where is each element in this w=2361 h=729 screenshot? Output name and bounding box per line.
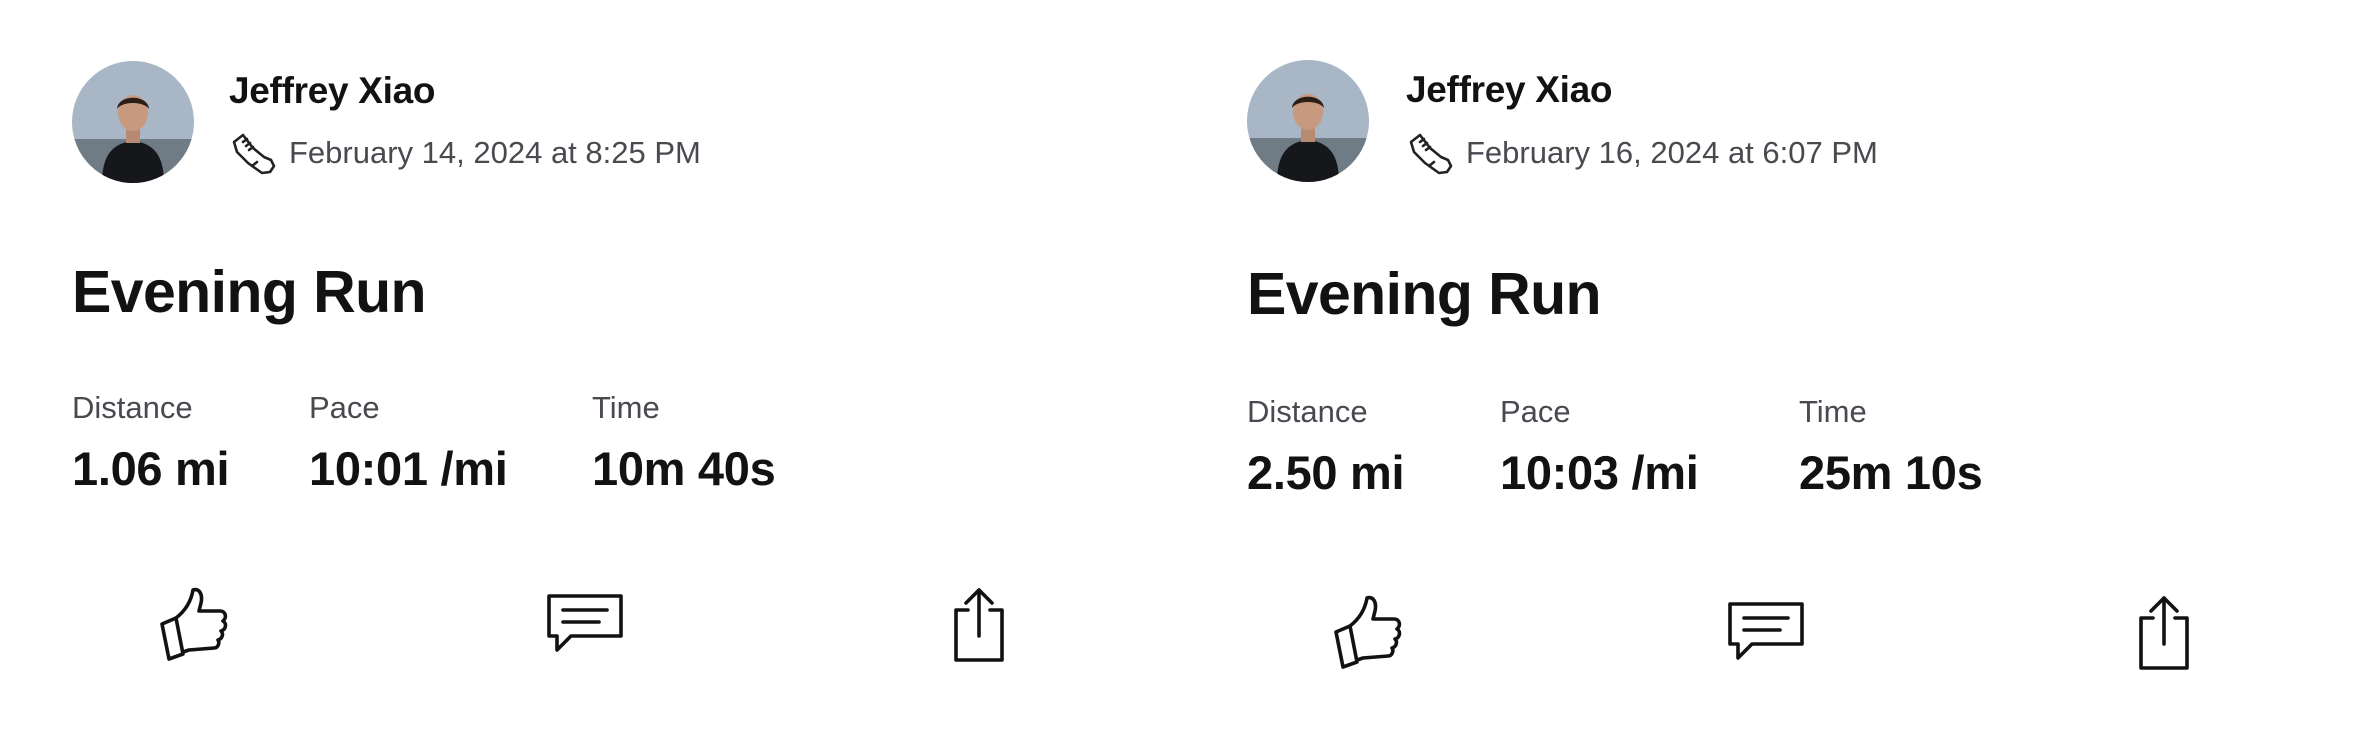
kudos-button[interactable] <box>154 580 238 664</box>
avatar-photo <box>72 61 194 183</box>
activity-title[interactable]: Evening Run <box>72 258 427 326</box>
comment-button[interactable] <box>543 580 627 664</box>
activity-date: February 16, 2024 at 6:07 PM <box>1466 135 1878 170</box>
thumbs-up-icon <box>160 587 228 661</box>
stat-distance: Distance 1.06 mi <box>72 390 230 495</box>
running-shoe-icon <box>1406 130 1454 176</box>
activity-title[interactable]: Evening Run <box>1247 260 1602 328</box>
comment-icon <box>1728 602 1804 660</box>
stat-label: Pace <box>309 390 380 425</box>
thumbs-up-icon <box>1334 595 1402 669</box>
avatar-photo <box>1247 60 1369 182</box>
stat-value: 10m 40s <box>592 442 776 495</box>
activity-card: Jeffrey Xiao February 16, 2024 at 6:07 P… <box>1173 0 2343 729</box>
share-icon <box>954 588 1004 662</box>
stat-label: Distance <box>1247 394 1368 429</box>
activity-date: February 14, 2024 at 8:25 PM <box>289 135 701 170</box>
stat-time: Time 10m 40s <box>592 390 776 495</box>
stat-distance: Distance 2.50 mi <box>1247 394 1405 499</box>
share-button[interactable] <box>936 580 1020 664</box>
comment-button[interactable] <box>1724 588 1808 672</box>
athlete-name[interactable]: Jeffrey Xiao <box>1406 69 1612 111</box>
stat-label: Distance <box>72 390 193 425</box>
stat-value: 2.50 mi <box>1247 446 1405 499</box>
share-button[interactable] <box>2121 588 2205 672</box>
stat-value: 10:03 /mi <box>1500 446 1699 499</box>
share-icon <box>2139 596 2189 670</box>
stat-value: 1.06 mi <box>72 442 230 495</box>
stat-value: 10:01 /mi <box>309 442 508 495</box>
kudos-button[interactable] <box>1328 588 1412 672</box>
comment-icon <box>547 594 623 652</box>
stat-label: Time <box>592 390 660 425</box>
activity-meta: February 14, 2024 at 8:25 PM <box>229 130 701 176</box>
athlete-name[interactable]: Jeffrey Xiao <box>229 70 435 112</box>
stat-label: Time <box>1799 394 1867 429</box>
stat-value: 25m 10s <box>1799 446 1983 499</box>
running-shoe-icon <box>229 130 277 176</box>
stat-pace: Pace 10:03 /mi <box>1500 394 1699 499</box>
stat-label: Pace <box>1500 394 1571 429</box>
stat-pace: Pace 10:01 /mi <box>309 390 508 495</box>
activity-card: Jeffrey Xiao February 14, 2024 at 8:25 P… <box>0 0 1170 729</box>
athlete-avatar[interactable] <box>72 61 194 183</box>
stat-time: Time 25m 10s <box>1799 394 1983 499</box>
activity-meta: February 16, 2024 at 6:07 PM <box>1406 130 1878 176</box>
athlete-avatar[interactable] <box>1247 60 1369 182</box>
